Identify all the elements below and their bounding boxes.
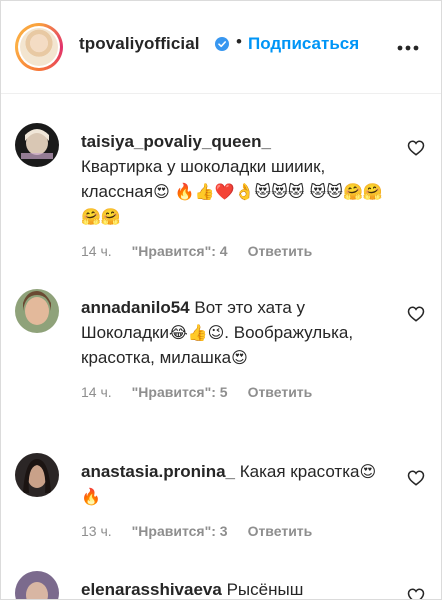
verified-badge-icon xyxy=(215,37,229,51)
reply-button[interactable]: Ответить xyxy=(248,523,313,539)
like-heart-icon[interactable] xyxy=(407,139,425,157)
comment-username[interactable]: anastasia.pronina_ xyxy=(81,462,235,481)
profile-username[interactable]: tpovaliyofficial xyxy=(79,34,200,54)
comment-body: anastasia.pronina_ Какая красотка😍 🔥 13 … xyxy=(81,459,391,539)
reply-button[interactable]: Ответить xyxy=(248,384,313,400)
comment-likes[interactable]: "Нравится": 4 xyxy=(132,243,228,259)
comment-likes[interactable]: "Нравится": 3 xyxy=(132,523,228,539)
comment-message: Рысёныш xyxy=(226,580,304,599)
avatar-image xyxy=(20,28,58,66)
comment-username[interactable]: taisiya_povaliy_queen_ xyxy=(81,132,271,151)
like-heart-icon[interactable] xyxy=(407,469,425,487)
comment-emoji-end: 😍 xyxy=(231,348,248,367)
avatar-image xyxy=(15,123,59,167)
comment-likes[interactable]: "Нравится": 5 xyxy=(132,384,228,400)
commenter-avatar[interactable] xyxy=(15,289,59,333)
avatar-image xyxy=(15,571,59,599)
avatar-image xyxy=(15,289,59,333)
comment-body: annadanilo54 Вот это хата у Шоколадки😂👍😉… xyxy=(81,295,391,400)
commenter-avatar[interactable] xyxy=(15,571,59,599)
comment-username[interactable]: annadanilo54 xyxy=(81,298,190,317)
more-options-icon[interactable] xyxy=(397,45,419,51)
follow-button[interactable]: Подписаться xyxy=(248,34,359,54)
reply-button[interactable]: Ответить xyxy=(248,243,313,259)
comment-meta: 14 ч. "Нравится": 4 Ответить xyxy=(81,243,391,259)
comment-time[interactable]: 14 ч. xyxy=(81,384,112,400)
comment-meta: 13 ч. "Нравится": 3 Ответить xyxy=(81,523,391,539)
comment-text: taisiya_povaliy_queen_ Квартирка у шокола… xyxy=(81,129,391,229)
post-comments-panel: tpovaliyofficial • Подписаться taisiya_p… xyxy=(0,0,442,600)
comment-body: taisiya_povaliy_queen_ Квартирка у шокола… xyxy=(81,129,391,259)
like-heart-icon[interactable] xyxy=(407,587,425,600)
comment-body: elenarasshivaeva Рысёныш xyxy=(81,577,391,599)
comment-time[interactable]: 13 ч. xyxy=(81,523,112,539)
comment-text: anastasia.pronina_ Какая красотка😍 🔥 xyxy=(81,459,391,509)
commenter-avatar[interactable] xyxy=(15,123,59,167)
comment-text: elenarasshivaeva Рысёныш xyxy=(81,577,391,599)
comment-message: Какая красотка xyxy=(239,462,360,481)
post-header: tpovaliyofficial • Подписаться xyxy=(1,1,441,94)
commenter-avatar[interactable] xyxy=(15,453,59,497)
comment-username[interactable]: elenarasshivaeva xyxy=(81,580,222,599)
header-separator: • xyxy=(236,32,242,51)
comment-emoji: 😂👍😉 xyxy=(168,323,225,342)
like-heart-icon[interactable] xyxy=(407,305,425,323)
comment-meta: 14 ч. "Нравится": 5 Ответить xyxy=(81,384,391,400)
comment-time[interactable]: 14 ч. xyxy=(81,243,112,259)
avatar-inner xyxy=(18,26,60,68)
profile-avatar[interactable] xyxy=(15,23,63,71)
comment-text: annadanilo54 Вот это хата у Шоколадки😂👍😉… xyxy=(81,295,391,370)
avatar-image xyxy=(15,453,59,497)
